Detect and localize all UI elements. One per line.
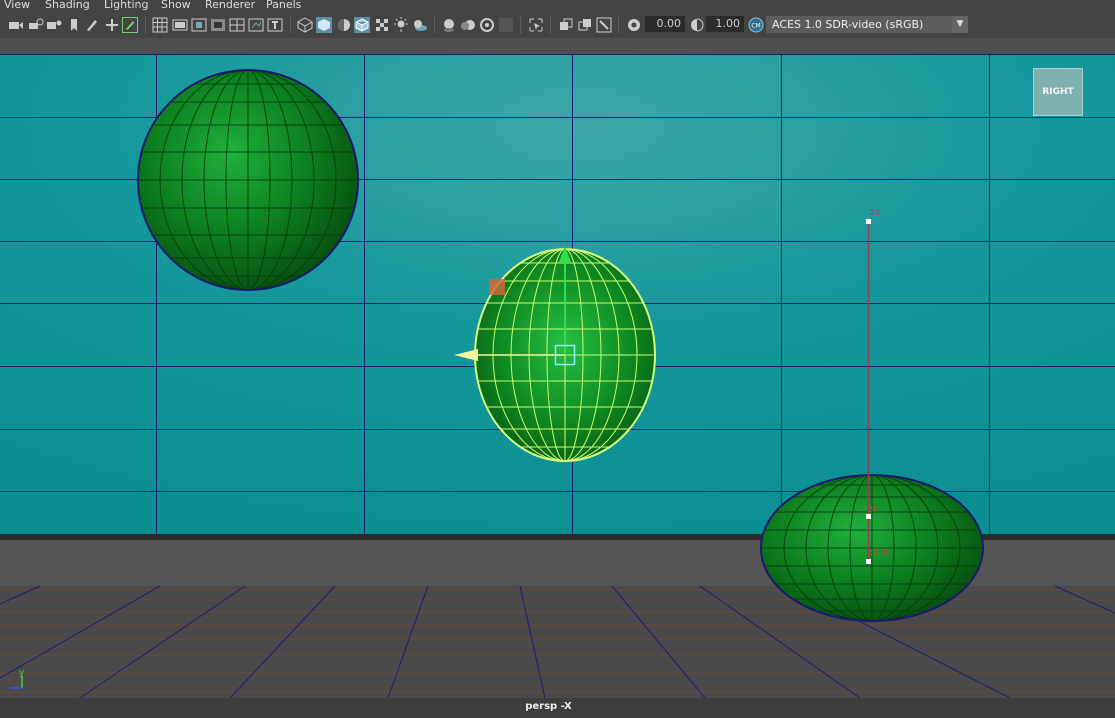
anti-aliasing-icon[interactable] — [479, 17, 495, 33]
color-management-icon[interactable]: CM — [748, 17, 764, 33]
textured-icon[interactable] — [374, 17, 390, 33]
measure-locator-mid[interactable] — [866, 514, 871, 519]
depth-of-field-icon[interactable] — [498, 17, 514, 33]
camera-attributes-icon[interactable] — [28, 17, 44, 33]
bookmark-icon[interactable] — [46, 17, 62, 33]
resolution-gate-icon[interactable] — [191, 17, 207, 33]
motion-blur-icon[interactable] — [460, 17, 476, 33]
wireframe-on-shaded-icon[interactable] — [354, 17, 370, 33]
grease-pencil-active-icon[interactable] — [122, 17, 138, 33]
smooth-shade-icon[interactable] — [316, 17, 332, 33]
image-plane-icon[interactable] — [66, 17, 82, 33]
menu-shading[interactable]: Shading — [45, 0, 90, 11]
menu-panels[interactable]: Panels — [266, 0, 301, 11]
toolbar-separator — [550, 16, 551, 34]
2d-pan-zoom-icon[interactable] — [104, 17, 120, 33]
xray-joints-icon[interactable] — [596, 17, 612, 33]
gamma-icon[interactable] — [689, 17, 705, 33]
exposure-input[interactable]: 0.00 — [645, 16, 685, 32]
wireframe-icon[interactable] — [297, 17, 313, 33]
default-material-icon[interactable] — [336, 17, 352, 33]
toolbar-separator — [145, 16, 146, 34]
grid-icon[interactable] — [152, 17, 168, 33]
safe-action-icon[interactable] — [248, 17, 264, 33]
toolbar-separator — [290, 16, 291, 34]
use-all-lights-icon[interactable] — [393, 17, 409, 33]
viewport-scene[interactable]: 20 20 23.40 y — [0, 38, 1115, 698]
viewport-status-bar: persp -X — [0, 698, 1115, 718]
camera-icon[interactable] — [8, 17, 24, 33]
move-plane-handle[interactable] — [489, 279, 505, 295]
xray-active-components-icon[interactable] — [577, 17, 593, 33]
menu-lighting[interactable]: Lighting — [104, 0, 148, 11]
shadows-icon[interactable] — [412, 17, 428, 33]
camera-label: persp -X — [525, 701, 572, 712]
3d-viewport[interactable]: 20 20 23.40 y RIGHT — [0, 38, 1115, 698]
toolbar-separator — [434, 16, 435, 34]
measure-value-label-2: 23.40 — [868, 548, 891, 557]
menu-view[interactable]: View — [4, 0, 30, 11]
exposure-icon[interactable] — [626, 17, 642, 33]
color-space-value: ACES 1.0 SDR-video (sRGB) — [772, 18, 924, 31]
screen-space-ao-icon[interactable] — [441, 17, 457, 33]
measure-locator-top[interactable] — [866, 219, 871, 224]
isolate-select-icon[interactable] — [528, 17, 544, 33]
measure-top-label: 20 — [870, 208, 880, 217]
measure-locator-bottom[interactable] — [866, 559, 871, 564]
film-gate-icon[interactable] — [172, 17, 188, 33]
toolbar-separator — [618, 16, 619, 34]
measure-value-label-1: 20 — [868, 505, 878, 514]
chevron-down-icon[interactable]: ▼ — [952, 16, 968, 33]
toolbar-separator — [520, 16, 521, 34]
menu-renderer[interactable]: Renderer — [205, 0, 255, 11]
gate-mask-icon[interactable] — [210, 17, 226, 33]
floor-plane — [0, 586, 1115, 698]
view-cube[interactable]: RIGHT — [1033, 68, 1083, 116]
panel-toolbar: 0.00 1.00 CM ACES 1.0 SDR-video (sRGB) ▼ — [0, 12, 1115, 38]
safe-title-icon[interactable] — [267, 17, 283, 33]
xray-icon[interactable] — [558, 17, 574, 33]
color-space-dropdown[interactable]: ACES 1.0 SDR-video (sRGB) ▼ — [766, 16, 968, 33]
menu-show[interactable]: Show — [161, 0, 191, 11]
axis-y-label: y — [19, 668, 25, 678]
menu-bar: View Shading Lighting Show Renderer Pane… — [0, 0, 1115, 12]
sphere-upper-left[interactable] — [137, 69, 359, 291]
grease-pencil-icon[interactable] — [84, 17, 100, 33]
svg-text:CM: CM — [751, 23, 760, 30]
gamma-input[interactable]: 1.00 — [706, 16, 744, 32]
view-cube-face-label: RIGHT — [1042, 87, 1074, 97]
field-chart-icon[interactable] — [229, 17, 245, 33]
